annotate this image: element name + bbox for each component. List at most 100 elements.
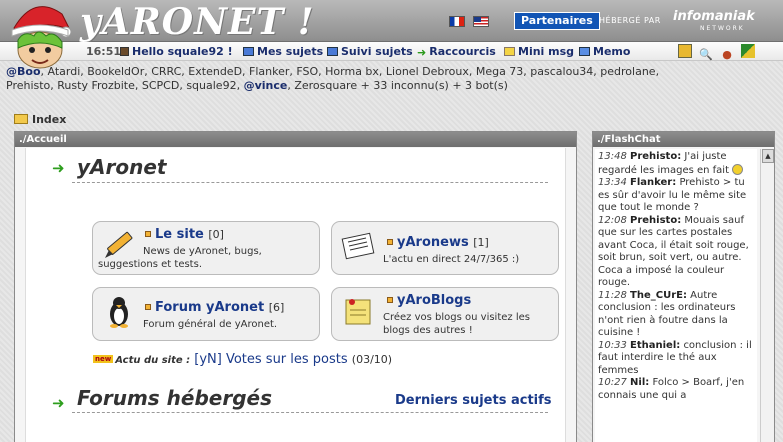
site-header: yARONET ! Partenaires HÉBERGÉ PAR infoma…: [0, 0, 783, 43]
nav-mini-msg[interactable]: Mini msg: [504, 45, 574, 58]
online-users-line1[interactable]: Atardi, BookeldOr, CRRC, ExtendeD, Flank…: [48, 65, 660, 78]
forum-desc-line1: News de yAronet, bugs,: [143, 246, 262, 257]
folder-marker-icon: [145, 304, 151, 310]
forum-box-yaronews[interactable]: yAronews [1] L'actu en direct 24/7/365 :…: [331, 221, 559, 275]
forum-title-text: Le site: [155, 227, 204, 242]
document-icon: [243, 47, 254, 56]
users-icon[interactable]: ●: [720, 48, 734, 62]
user-icon: [120, 47, 129, 56]
chat-author[interactable]: Prehisto:: [630, 151, 681, 162]
online-users-list: @Boo, Atardi, BookeldOr, CRRC, ExtendeD,…: [6, 65, 660, 92]
online-user-vince[interactable]: @vince: [244, 79, 288, 92]
english-flag-icon[interactable]: [473, 16, 489, 27]
chat-time: 13:48: [598, 151, 627, 162]
forum-title-text: yAroBlogs: [397, 293, 472, 308]
chat-author[interactable]: Flanker:: [630, 177, 676, 188]
nav-my-topics-label: Mes sujets: [257, 45, 324, 58]
chat-message: 12:08 Prehisto: Mouais sauf que sur les …: [598, 215, 754, 290]
mail-icon: [504, 47, 515, 56]
chat-time: 10:33: [598, 339, 627, 351]
home-panel-title: ./Accueil: [15, 132, 576, 147]
section-title-hosted-forums: Forums hébergés: [77, 386, 272, 410]
sticky-note-icon: [345, 299, 371, 325]
folder-marker-icon: [387, 239, 393, 245]
chat-message: 13:34 Flanker: Prehisto > tu es sûr d'av…: [598, 177, 754, 215]
scroll-up-icon[interactable]: ▲: [762, 149, 774, 163]
folder-marker-icon: [387, 297, 393, 303]
divider: [72, 412, 548, 413]
stats-icon[interactable]: [741, 44, 755, 58]
online-users-line2-start[interactable]: Prehisto, Rusty Frozbite, SCPCD, squale9…: [6, 79, 244, 92]
site-news-link[interactable]: [yN] Votes sur les posts: [194, 352, 347, 367]
site-logo[interactable]: yARONET !: [80, 1, 315, 43]
flashchat-scrollbar[interactable]: ▲: [760, 149, 774, 442]
partners-button[interactable]: Partenaires: [514, 12, 600, 30]
forum-box-forum-yaronet[interactable]: Forum yAronet [6] Forum général de yAron…: [92, 287, 320, 341]
arrow-right-icon: ➜: [52, 394, 65, 412]
last-active-topics-link[interactable]: Derniers sujets actifs: [395, 393, 552, 408]
breadcrumb-index: Index: [32, 113, 67, 126]
arrow-right-icon: ➜: [52, 159, 65, 177]
clock: 16:51: [86, 45, 122, 58]
flashchat-title: ./FlashChat: [593, 132, 774, 147]
forum-count: [6]: [268, 301, 285, 314]
site-news-date: (03/10): [351, 353, 393, 366]
document-icon: [327, 47, 338, 56]
chat-author[interactable]: Ethaniel:: [630, 340, 680, 351]
chat-message: 11:28 The_CUrE: Autre conclusion : les o…: [598, 290, 754, 340]
nav-my-topics[interactable]: Mes sujets: [243, 45, 323, 58]
forum-count: [0]: [208, 228, 224, 241]
host-logo[interactable]: infomaniak: [673, 9, 755, 24]
nav-shortcuts[interactable]: ➜ Raccourcis: [417, 45, 496, 59]
forum-title[interactable]: yAronews [1]: [387, 235, 489, 250]
chat-time: 12:08: [598, 214, 627, 226]
memo-icon: [579, 47, 590, 56]
search-icon[interactable]: 🔍: [699, 48, 713, 62]
flashchat-messages: 13:48 Prehisto: J'ai juste regardé les i…: [595, 149, 757, 442]
nav-followed-topics[interactable]: Suivi sujets: [327, 45, 413, 58]
forum-desc-line2: suggestions et tests.: [98, 259, 202, 270]
smiley-icon: [732, 163, 744, 175]
settings-icon[interactable]: [678, 44, 692, 58]
site-news-label: Actu du site :: [115, 355, 191, 366]
flashchat-panel: ./FlashChat 13:48 Prehisto: J'ai juste r…: [592, 131, 775, 442]
section-title-yaronet: yAronet: [77, 155, 167, 179]
nav-mini-msg-label: Mini msg: [518, 45, 575, 58]
newspaper-icon: [341, 232, 375, 260]
forum-title[interactable]: Forum yAronet [6]: [145, 300, 284, 315]
chat-time: 10:27: [598, 377, 627, 388]
nav-memo[interactable]: Memo: [579, 45, 630, 58]
forum-desc: L'actu en direct 24/7/365 :): [383, 254, 520, 265]
forum-count: [1]: [473, 236, 489, 249]
host-logo-sub: NETWORK: [700, 25, 745, 32]
forum-desc: Forum général de yAronet.: [143, 319, 278, 330]
mascot-icon[interactable]: [4, 0, 76, 72]
pencil-icon: [105, 231, 133, 258]
french-flag-icon[interactable]: [449, 16, 465, 27]
chat-message: 10:27 Nil: Folco > Boarf, j'en connais u…: [598, 377, 754, 402]
top-nav-bar: 16:51 Hello squale92 ! Mes sujets Suivi …: [0, 42, 783, 61]
new-badge: new: [93, 355, 114, 363]
site-news: new Actu du site : [yN] Votes sur les pos…: [93, 352, 392, 367]
folder-icon: [14, 114, 28, 124]
chat-time: 13:34: [598, 177, 627, 188]
chat-author[interactable]: Nil:: [630, 377, 649, 388]
nav-memo-label: Memo: [593, 45, 631, 58]
forum-title[interactable]: Le site [0]: [145, 227, 224, 242]
penguin-icon: [110, 297, 128, 328]
greeting-link[interactable]: Hello squale92 !: [120, 45, 233, 58]
breadcrumb[interactable]: Index: [14, 113, 66, 126]
chat-message: 10:33 Ethaniel: conclusion : il faut int…: [598, 340, 754, 378]
chat-message: 13:48 Prehisto: J'ai juste regardé les i…: [598, 151, 754, 177]
chat-time: 11:28: [598, 289, 627, 301]
forum-box-le-site[interactable]: Le site [0] News de yAronet, bugs, sugge…: [92, 221, 320, 275]
forum-title[interactable]: yAroBlogs: [387, 293, 471, 308]
greeting-label: Hello squale92 !: [132, 45, 233, 58]
toolbar-icons: 🔍 ●: [678, 44, 762, 62]
chat-author[interactable]: The_CUrE:: [630, 290, 687, 301]
arrow-right-icon: ➜: [417, 46, 427, 59]
online-users-line2-end: , Zerosquare + 33 inconnu(s) + 3 bot(s): [287, 79, 508, 92]
chat-author[interactable]: Prehisto:: [630, 215, 681, 226]
forum-box-yaroblogs[interactable]: yAroBlogs Créez vos blogs ou visitez les…: [331, 287, 559, 341]
hosted-by-label: HÉBERGÉ PAR: [599, 16, 661, 25]
